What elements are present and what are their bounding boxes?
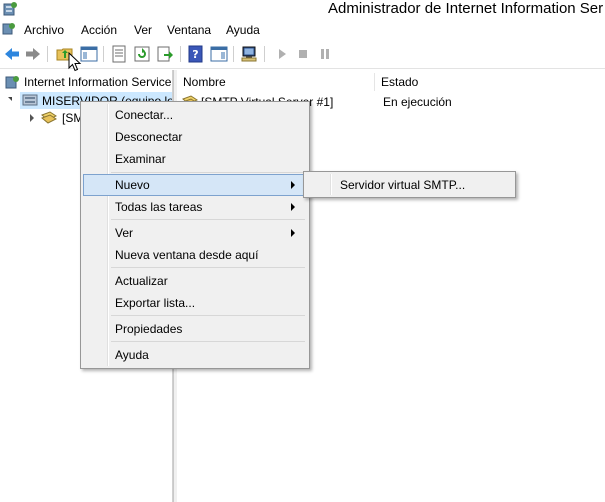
toolbar-separator <box>180 46 181 62</box>
svg-text:?: ? <box>192 48 198 61</box>
submenu-nuevo: Servidor virtual SMTP... <box>303 171 516 198</box>
menu-item-todas-las-tareas[interactable]: Todas las tareas <box>83 196 305 218</box>
collapse-arrow-icon[interactable] <box>8 97 12 101</box>
menu-item-nuevo[interactable]: Nuevo <box>83 174 305 196</box>
list-cell-status: En ejecución <box>383 95 452 109</box>
menu-item-label: Ayuda <box>115 348 149 362</box>
menu-separator <box>111 315 305 316</box>
menu-item-label: Actualizar <box>115 274 168 288</box>
menu-item-label: Nueva ventana desde aquí <box>115 248 259 262</box>
computer-icon[interactable] <box>240 45 258 63</box>
column-header-nombre[interactable]: Nombre <box>177 73 375 91</box>
back-icon[interactable] <box>3 45 21 63</box>
menu-item-actualizar[interactable]: Actualizar <box>83 270 305 292</box>
toolbar-separator <box>233 46 234 62</box>
menu-item-examinar[interactable]: Examinar <box>83 148 305 170</box>
menu-item-label: Ver <box>115 226 134 240</box>
column-header-estado[interactable]: Estado <box>375 73 605 91</box>
iis-root-icon <box>5 76 19 89</box>
menu-archivo[interactable]: Archivo <box>24 23 64 37</box>
menu-item-label: Nuevo <box>115 178 150 192</box>
menu-item-label: Servidor virtual SMTP... <box>340 178 466 192</box>
menu-item-label: Propiedades <box>115 322 183 336</box>
menu-bar: Archivo Acción Ver Ventana Ayuda <box>0 20 605 40</box>
menu-separator <box>111 341 305 342</box>
menu-item-exportar-lista[interactable]: Exportar lista... <box>83 292 305 314</box>
menu-ventana[interactable]: Ventana <box>167 23 211 37</box>
refresh-icon[interactable] <box>133 45 151 63</box>
toolbar-separator <box>47 46 48 62</box>
help-icon[interactable]: ? <box>187 45 205 63</box>
tree-item-root[interactable]: Internet Information Service <box>4 74 172 90</box>
submenu-arrow-icon <box>291 181 295 189</box>
menu-item-label: Desconectar <box>115 130 183 144</box>
context-menu: Conectar... Desconectar Examinar Nuevo T… <box>80 101 310 369</box>
show-hide-tree-icon[interactable] <box>80 45 98 63</box>
iis-app-icon <box>3 2 17 16</box>
server-icon <box>22 94 38 106</box>
menu-item-servidor-virtual-smtp[interactable]: Servidor virtual SMTP... <box>306 173 511 195</box>
menu-separator <box>111 219 305 220</box>
stop-icon[interactable] <box>294 45 312 63</box>
window-title: Administrador de Internet Information Se… <box>328 0 604 17</box>
menu-item-label: Examinar <box>115 152 166 166</box>
start-icon[interactable] <box>273 45 291 63</box>
menu-ver[interactable]: Ver <box>134 23 152 37</box>
menu-separator <box>111 172 305 173</box>
console-icon[interactable] <box>2 22 16 36</box>
properties-icon[interactable] <box>110 45 128 63</box>
mouse-cursor-icon <box>68 52 82 72</box>
menu-item-nueva-ventana[interactable]: Nueva ventana desde aquí <box>83 244 305 266</box>
forward-icon[interactable] <box>24 45 42 63</box>
expand-arrow-icon[interactable] <box>30 114 34 122</box>
menu-item-label: Conectar... <box>115 108 174 122</box>
pause-icon[interactable] <box>316 45 334 63</box>
menu-separator <box>111 267 305 268</box>
menu-item-label: Exportar lista... <box>115 296 196 310</box>
toolbar-separator <box>264 46 265 62</box>
tree-root-label: Internet Information Service <box>24 75 172 89</box>
menu-item-desconectar[interactable]: Desconectar <box>83 126 305 148</box>
menu-item-ayuda[interactable]: Ayuda <box>83 344 305 366</box>
smtp-server-icon <box>41 111 57 124</box>
menu-ayuda[interactable]: Ayuda <box>226 23 260 37</box>
toolbar-separator <box>103 46 104 62</box>
submenu-arrow-icon <box>291 229 295 237</box>
menu-item-conectar[interactable]: Conectar... <box>83 104 305 126</box>
show-hide-action-icon[interactable] <box>210 45 228 63</box>
menu-accion[interactable]: Acción <box>81 23 117 37</box>
export-icon[interactable] <box>156 45 174 63</box>
title-bar: Administrador de Internet Information Se… <box>0 0 605 20</box>
submenu-arrow-icon <box>291 203 295 211</box>
menu-item-propiedades[interactable]: Propiedades <box>83 318 305 340</box>
toolbar: ? <box>0 40 605 69</box>
menu-item-ver[interactable]: Ver <box>83 222 305 244</box>
menu-item-label: Todas las tareas <box>115 200 203 214</box>
